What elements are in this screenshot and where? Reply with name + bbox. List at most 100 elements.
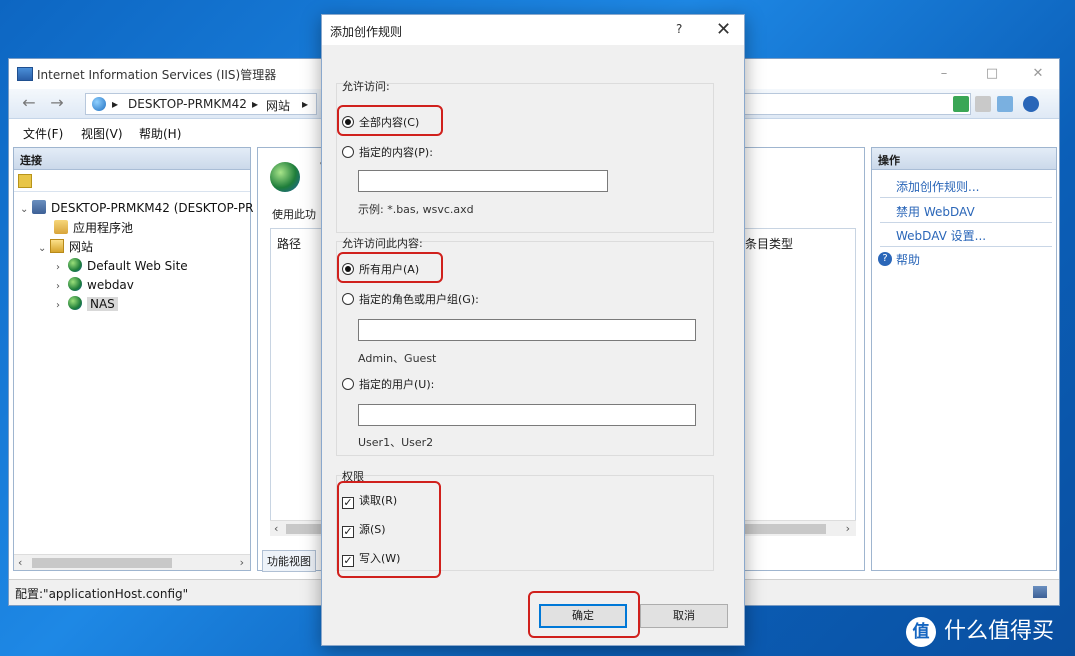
back-arrow-icon[interactable]: ← — [17, 94, 41, 114]
crumb-separator-icon: ▸ — [302, 97, 309, 111]
dialog-close-button[interactable]: ✕ — [716, 19, 731, 40]
collapse-chevron-icon[interactable]: ⌄ — [20, 204, 32, 215]
scrollbar-thumb[interactable] — [32, 558, 172, 568]
expand-chevron-icon[interactable]: › — [56, 300, 68, 311]
iis-window-title: Internet Information Services (IIS)管理器 — [37, 68, 277, 82]
features-view-tab[interactable]: 功能视图 — [262, 550, 316, 572]
radio-unselected[interactable] — [342, 378, 354, 390]
column-header-path[interactable]: 路径 — [277, 235, 301, 252]
tree-app-pools[interactable]: 应用程序池 — [54, 219, 133, 236]
connections-horizontal-scrollbar[interactable]: ‹ › — [14, 554, 250, 570]
content-specific-label: 指定的内容(P): — [359, 146, 433, 159]
connections-header: 连接 — [14, 148, 250, 170]
roles-example: Admin、Guest — [358, 352, 437, 365]
new-connection-icon[interactable] — [18, 174, 32, 188]
server-status-icon — [1033, 586, 1047, 598]
tree-site-default[interactable]: › Default Web Site — [56, 258, 188, 273]
expand-chevron-icon[interactable]: › — [56, 262, 68, 273]
dialog-title: 添加创作规则 — [330, 25, 403, 39]
highlight-box — [337, 481, 441, 578]
server-icon — [32, 200, 46, 214]
users-roles-label: 指定的角色或用户组(G): — [359, 293, 479, 306]
specific-content-input[interactable] — [358, 170, 608, 192]
site-globe-icon — [68, 296, 82, 310]
stop-icon[interactable] — [975, 96, 991, 112]
close-button[interactable]: ✕ — [1028, 65, 1048, 83]
scroll-right-icon[interactable]: › — [846, 522, 850, 535]
users-example: User1、User2 — [358, 436, 434, 449]
tree-site-webdav[interactable]: › webdav — [56, 277, 134, 292]
site-label: webdav — [87, 278, 134, 292]
users-specific-label: 指定的用户(U): — [359, 378, 435, 391]
cancel-button[interactable]: 取消 — [640, 604, 728, 628]
dialog-title-bar: 添加创作规则 ? ✕ — [322, 15, 744, 45]
tree-server[interactable]: ⌄ DESKTOP-PRMKM42 (DESKTOP-PR — [20, 200, 253, 215]
app-pool-icon — [54, 220, 68, 234]
crumb-separator-icon: ▸ — [112, 97, 119, 111]
watermark: 值什么值得买 — [906, 613, 1054, 647]
actions-pane: 操作 添加创作规则... 禁用 WebDAV WebDAV 设置... ? 帮助 — [871, 147, 1057, 571]
iis-app-icon — [17, 67, 33, 81]
disable-webdav-link[interactable]: 禁用 WebDAV — [896, 203, 975, 220]
sites-label: 网站 — [69, 240, 94, 254]
help-icon: ? — [878, 252, 892, 266]
roles-input[interactable] — [358, 319, 696, 341]
menu-help[interactable]: 帮助(H) — [139, 125, 181, 142]
add-authoring-rule-dialog: 添加创作规则 ? ✕ 允许访问: 全部内容(C) 指定的内容(P): 示例: *… — [321, 14, 745, 646]
highlight-box — [337, 252, 443, 283]
app-pools-label: 应用程序池 — [73, 221, 134, 235]
radio-unselected[interactable] — [342, 146, 354, 158]
column-header-entry-type[interactable]: 条目类型 — [745, 235, 793, 252]
feature-description: 使用此功 — [272, 208, 316, 221]
home-icon[interactable] — [997, 96, 1013, 112]
webdav-settings-link[interactable]: WebDAV 设置... — [896, 227, 986, 244]
crumb-separator-icon: ▸ — [252, 97, 259, 111]
site-globe-large-icon — [270, 162, 300, 192]
scroll-left-icon[interactable]: ‹ — [274, 522, 278, 535]
highlight-box — [528, 591, 640, 638]
site-label-selected: NAS — [87, 297, 118, 311]
refresh-icon[interactable] — [953, 96, 969, 112]
users-specific-radio[interactable]: 指定的用户(U): — [342, 376, 434, 392]
address-bar-extension[interactable] — [741, 93, 971, 115]
menu-file[interactable]: 文件(F) — [23, 125, 63, 142]
content-specific-radio[interactable]: 指定的内容(P): — [342, 144, 433, 160]
breadcrumb-host[interactable]: DESKTOP-PRMKM42 — [128, 97, 247, 111]
connections-toolbar — [14, 170, 250, 192]
expand-chevron-icon[interactable]: › — [56, 281, 68, 292]
breadcrumb-sites[interactable]: 网站 — [266, 97, 290, 114]
dialog-help-button[interactable]: ? — [676, 22, 682, 36]
help-link[interactable]: 帮助 — [896, 251, 920, 268]
minimize-button[interactable]: – — [934, 65, 954, 83]
globe-icon — [92, 97, 106, 111]
menu-view[interactable]: 视图(V) — [81, 125, 123, 142]
add-authoring-rule-link[interactable]: 添加创作规则... — [896, 178, 979, 195]
forward-arrow-icon[interactable]: → — [45, 94, 69, 114]
tree-sites[interactable]: ⌄ 网站 — [38, 238, 93, 255]
connections-pane: 连接 ⌄ DESKTOP-PRMKM42 (DESKTOP-PR 应用程序池 ⌄ 网… — [13, 147, 253, 571]
status-text: 配置:"applicationHost.config" — [15, 587, 189, 601]
maximize-button[interactable]: □ — [982, 65, 1002, 83]
divider — [880, 197, 1052, 198]
actions-header: 操作 — [872, 148, 1056, 170]
users-roles-radio[interactable]: 指定的角色或用户组(G): — [342, 291, 479, 307]
divider — [880, 246, 1052, 247]
help-icon[interactable] — [1023, 96, 1039, 112]
site-globe-icon — [68, 277, 82, 291]
radio-unselected[interactable] — [342, 293, 354, 305]
tree-site-nas[interactable]: › NAS — [56, 296, 118, 311]
collapse-chevron-icon[interactable]: ⌄ — [38, 243, 50, 254]
allow-access-group-title: 允许访问: — [342, 80, 390, 93]
users-input[interactable] — [358, 404, 696, 426]
divider — [880, 222, 1052, 223]
scroll-right-icon[interactable]: › — [240, 556, 244, 569]
highlight-box — [337, 105, 443, 136]
site-label: Default Web Site — [87, 259, 188, 273]
watermark-logo: 值 — [906, 617, 936, 647]
allow-users-group-title: 允许访问此内容: — [342, 237, 423, 250]
scroll-left-icon[interactable]: ‹ — [18, 556, 22, 569]
content-example: 示例: *.bas, wsvc.axd — [358, 203, 474, 216]
address-bar[interactable]: ▸ DESKTOP-PRMKM42 ▸ 网站 ▸ — [85, 93, 317, 115]
watermark-text: 什么值得买 — [944, 619, 1055, 644]
site-globe-icon — [68, 258, 82, 272]
